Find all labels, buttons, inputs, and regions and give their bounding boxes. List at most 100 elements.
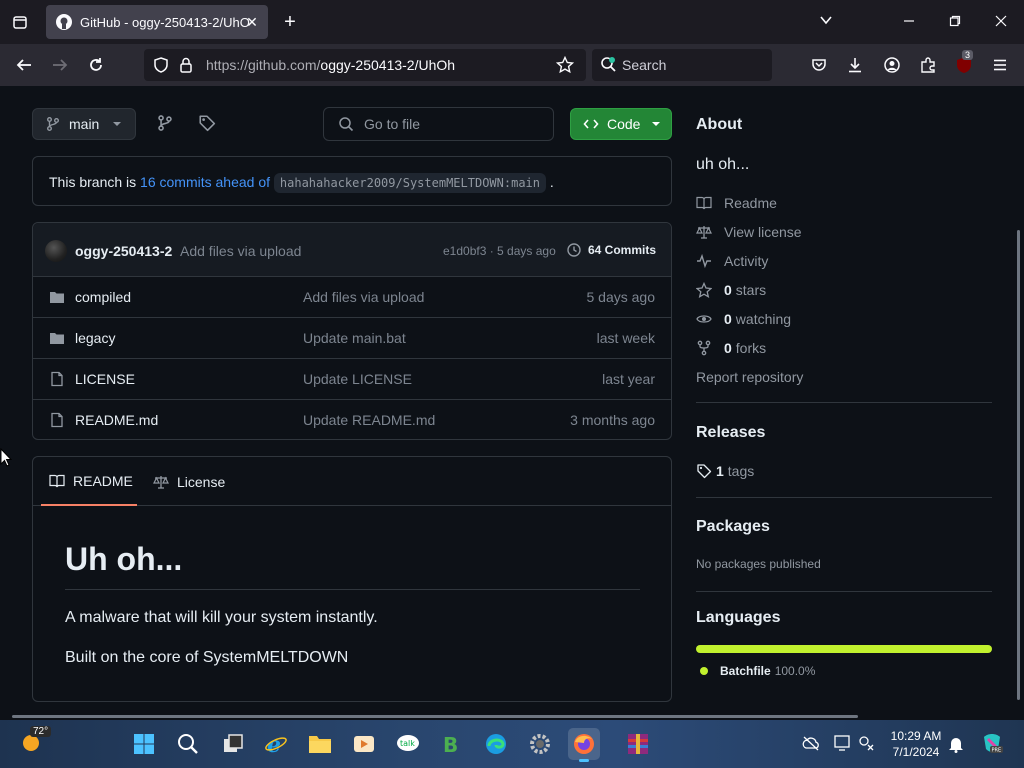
shield-icon[interactable] bbox=[152, 56, 170, 74]
file-row-compiled[interactable]: compiled Add files via upload 5 days ago bbox=[33, 276, 671, 317]
report-repository-link[interactable]: Report repository bbox=[696, 369, 803, 385]
ublock-extension-icon[interactable]: 3 bbox=[952, 50, 976, 77]
view-license-link[interactable]: View license bbox=[696, 222, 802, 242]
file-row-legacy[interactable]: legacy Update main.bat last week bbox=[33, 317, 671, 358]
address-bar[interactable]: https://github.com/oggy-250413-2/UhOh bbox=[144, 49, 586, 81]
extensions-icon[interactable] bbox=[916, 53, 940, 77]
language-item-batchfile[interactable]: Batchfile 100.0% bbox=[700, 664, 815, 678]
network-disconnected-icon[interactable] bbox=[858, 735, 874, 756]
list-all-tabs-icon[interactable] bbox=[814, 10, 838, 34]
notification-bell-icon[interactable] bbox=[948, 735, 964, 758]
winrar-icon[interactable] bbox=[622, 728, 654, 760]
forward-button[interactable] bbox=[48, 53, 72, 77]
vertical-scrollbar[interactable] bbox=[1017, 230, 1020, 700]
latest-commit-row: oggy-250413-2 Add files via upload e1d0b… bbox=[33, 223, 671, 276]
tab-list-icon[interactable] bbox=[8, 10, 32, 34]
active-tab[interactable]: GitHub - oggy-250413-2/UhOh ✕ bbox=[46, 5, 268, 39]
branch-selector-button[interactable]: main bbox=[32, 108, 136, 140]
media-player-icon[interactable] bbox=[348, 728, 380, 760]
releases-heading[interactable]: Releases bbox=[696, 424, 765, 442]
active-app-indicator bbox=[579, 759, 589, 762]
close-window-button[interactable] bbox=[989, 10, 1013, 34]
display-icon[interactable] bbox=[834, 735, 852, 756]
upstream-branch-label[interactable]: hahahahacker2009/SystemMELTDOWN:main bbox=[273, 173, 546, 193]
file-row-license[interactable]: LICENSE Update LICENSE last year bbox=[33, 358, 671, 399]
file-commit-message[interactable]: Add files via upload bbox=[303, 289, 424, 305]
copilot-preview-icon[interactable]: PRE bbox=[980, 731, 1004, 760]
file-commit-message[interactable]: Update LICENSE bbox=[303, 371, 412, 387]
commit-message[interactable]: Add files via upload bbox=[180, 243, 301, 259]
minimize-window-button[interactable] bbox=[897, 10, 921, 34]
restore-window-button[interactable] bbox=[943, 10, 967, 34]
onedrive-offline-icon[interactable] bbox=[802, 735, 820, 756]
tab-license[interactable]: License bbox=[153, 457, 225, 506]
tags-link[interactable]: 1 tags bbox=[696, 461, 754, 481]
edge-icon[interactable] bbox=[480, 728, 512, 760]
downloads-icon[interactable] bbox=[843, 53, 867, 77]
branches-icon[interactable] bbox=[156, 114, 174, 137]
code-button[interactable]: Code bbox=[570, 108, 672, 140]
file-name[interactable]: README.md bbox=[75, 412, 158, 428]
sidebar-divider bbox=[696, 591, 992, 592]
commits-ahead-link[interactable]: 16 commits ahead of bbox=[140, 174, 270, 190]
file-row-readme[interactable]: README.md Update README.md 3 months ago bbox=[33, 399, 671, 440]
internet-explorer-icon[interactable]: e bbox=[260, 728, 292, 760]
history-icon bbox=[567, 243, 581, 257]
reload-button[interactable] bbox=[84, 53, 108, 77]
file-date: 5 days ago bbox=[586, 289, 656, 305]
packages-heading[interactable]: Packages bbox=[696, 518, 770, 536]
go-to-file-input[interactable]: Go to file bbox=[323, 107, 554, 141]
tags-icon[interactable] bbox=[198, 114, 216, 137]
search-bar[interactable]: Search bbox=[592, 49, 772, 81]
file-commit-message[interactable]: Update main.bat bbox=[303, 330, 406, 346]
back-button[interactable] bbox=[12, 53, 36, 77]
file-icon bbox=[51, 371, 63, 387]
weather-widget[interactable]: 72° bbox=[18, 726, 52, 759]
readme-tab-bar: README License bbox=[33, 457, 671, 506]
commits-link[interactable]: 64 Commits bbox=[566, 242, 656, 258]
start-button-icon[interactable] bbox=[128, 728, 160, 760]
branch-icon bbox=[47, 117, 59, 131]
stars-label: stars bbox=[735, 282, 767, 298]
commit-author[interactable]: oggy-250413-2 bbox=[75, 243, 172, 259]
firefox-icon[interactable] bbox=[568, 728, 600, 762]
commit-sha-date[interactable]: e1d0bf3 · 5 days ago bbox=[443, 244, 556, 258]
talk-app-icon[interactable]: talk bbox=[392, 728, 424, 760]
file-name[interactable]: compiled bbox=[75, 289, 131, 305]
horizontal-scrollbar[interactable] bbox=[12, 715, 858, 718]
hamburger-menu-icon[interactable] bbox=[988, 53, 1012, 77]
tab-readme[interactable]: README bbox=[41, 457, 137, 506]
svg-text:talk: talk bbox=[400, 739, 415, 748]
fork-icon bbox=[697, 340, 711, 356]
close-tab-icon[interactable]: ✕ bbox=[244, 14, 260, 30]
file-icon bbox=[51, 412, 63, 428]
file-name[interactable]: LICENSE bbox=[75, 371, 135, 387]
file-commit-message[interactable]: Update README.md bbox=[303, 412, 435, 428]
lock-icon[interactable] bbox=[178, 56, 194, 74]
stars-link[interactable]: 0 stars bbox=[696, 280, 766, 300]
task-view-icon[interactable] bbox=[217, 728, 249, 760]
languages-heading: Languages bbox=[696, 609, 781, 626]
search-taskbar-icon[interactable] bbox=[172, 728, 204, 760]
file-name[interactable]: legacy bbox=[75, 330, 115, 346]
system-clock[interactable]: 10:29 AM 7/1/2024 bbox=[886, 728, 946, 760]
caret-down-icon bbox=[113, 122, 122, 126]
tags-label: tags bbox=[727, 463, 755, 479]
forks-link[interactable]: 0 forks bbox=[696, 338, 766, 358]
author-avatar[interactable] bbox=[45, 240, 67, 262]
b-app-icon[interactable]: B bbox=[436, 728, 468, 760]
about-heading: About bbox=[696, 116, 743, 133]
new-tab-button[interactable]: + bbox=[278, 10, 302, 34]
pocket-icon[interactable] bbox=[807, 53, 831, 77]
activity-link[interactable]: Activity bbox=[696, 251, 768, 271]
no-packages-text: No packages published bbox=[696, 557, 821, 571]
book-icon bbox=[49, 474, 65, 487]
stars-count: 0 bbox=[724, 282, 732, 298]
settings-gear-icon[interactable] bbox=[524, 728, 556, 760]
activity-label: Activity bbox=[724, 253, 769, 269]
bookmark-star-icon[interactable] bbox=[556, 56, 574, 74]
account-icon[interactable] bbox=[880, 53, 904, 77]
file-explorer-icon[interactable] bbox=[304, 728, 336, 760]
watching-link[interactable]: 0 watching bbox=[696, 309, 791, 329]
readme-link[interactable]: Readme bbox=[696, 193, 777, 213]
